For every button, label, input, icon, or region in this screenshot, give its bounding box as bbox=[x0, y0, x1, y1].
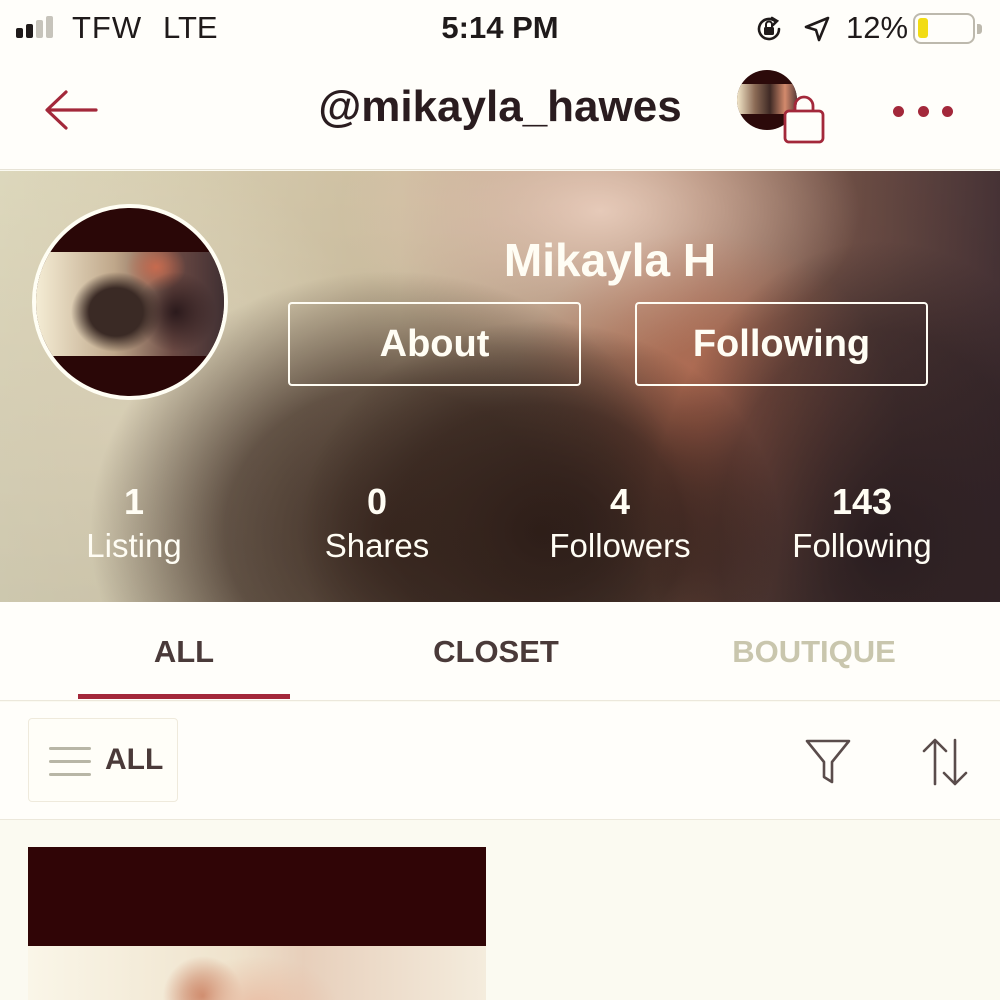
filter-bar: ALL bbox=[0, 702, 1000, 820]
about-button[interactable]: About bbox=[288, 302, 581, 386]
stat-value: 4 bbox=[609, 481, 631, 522]
tab-closet[interactable]: CLOSET bbox=[390, 634, 602, 670]
rotation-lock-icon bbox=[757, 16, 781, 41]
following-button[interactable]: Following bbox=[635, 302, 928, 386]
listing-image bbox=[28, 946, 486, 1000]
tab-all[interactable]: ALL bbox=[78, 634, 290, 670]
stat-following[interactable]: 143 Following bbox=[752, 481, 972, 565]
back-arrow-icon[interactable] bbox=[40, 84, 102, 136]
more-dots-icon[interactable] bbox=[893, 100, 953, 122]
stat-value: 143 bbox=[831, 481, 893, 522]
page-title: @mikayla_hawes bbox=[318, 82, 682, 131]
location-arrow-icon bbox=[804, 16, 830, 42]
tab-boutique[interactable]: BOUTIQUE bbox=[708, 634, 920, 670]
menu-icon bbox=[49, 747, 91, 777]
stat-listing[interactable]: 1 Listing bbox=[24, 481, 244, 565]
listing-grid bbox=[0, 821, 1000, 1000]
battery-icon bbox=[913, 13, 982, 44]
shopping-bag-icon[interactable] bbox=[780, 94, 828, 146]
category-button[interactable]: ALL bbox=[28, 718, 178, 802]
stat-value: 0 bbox=[366, 481, 388, 522]
nav-bar: @mikayla_hawes bbox=[0, 56, 1000, 170]
stat-label: Listing bbox=[86, 527, 182, 564]
closet-tabs: ALL CLOSET BOUTIQUE bbox=[0, 602, 1000, 701]
listing-card[interactable] bbox=[28, 847, 486, 1000]
profile-name: Mikayla H bbox=[503, 234, 717, 286]
stat-shares[interactable]: 0 Shares bbox=[267, 481, 487, 565]
status-bar: TFW LTE 5:14 PM 12% bbox=[0, 0, 1000, 56]
stat-label: Following bbox=[792, 527, 932, 564]
stat-followers[interactable]: 4 Followers bbox=[510, 481, 730, 565]
profile-avatar[interactable] bbox=[32, 204, 228, 400]
battery-percent: 12% bbox=[846, 10, 909, 45]
stat-value: 1 bbox=[123, 481, 145, 522]
active-tab-indicator bbox=[78, 694, 290, 699]
category-label: ALL bbox=[105, 743, 164, 776]
sort-icon[interactable] bbox=[920, 736, 970, 788]
profile-cover: Mikayla H About Following 1 Listing 0 Sh… bbox=[0, 171, 1000, 602]
filter-icon[interactable] bbox=[803, 736, 853, 788]
listing-image-band bbox=[28, 847, 486, 946]
stat-label: Followers bbox=[549, 527, 691, 564]
stat-label: Shares bbox=[324, 527, 430, 564]
